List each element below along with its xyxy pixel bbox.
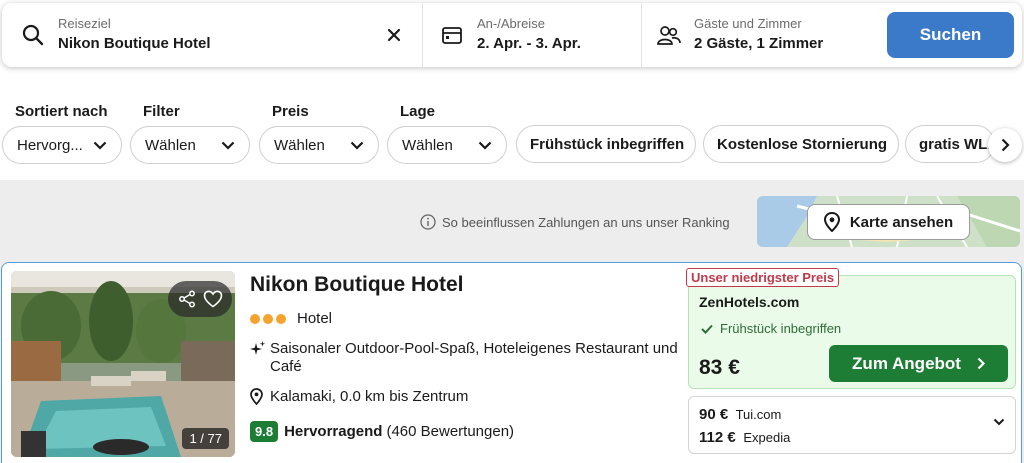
other-offer-price: 90 € xyxy=(699,406,729,423)
filter-value: Wählen xyxy=(145,136,196,154)
star-dot-icon xyxy=(250,313,260,324)
ranking-note-text: So beeinflussen Zahlungen an uns unser R… xyxy=(442,214,730,230)
share-icon[interactable] xyxy=(178,290,196,308)
dates-field[interactable]: An-/Abreise 2. Apr. - 3. Apr. xyxy=(422,3,641,67)
best-offer-provider: ZenHotels.com xyxy=(699,294,800,310)
chevron-down-icon xyxy=(478,141,492,150)
destination-field[interactable]: Reiseziel Nikon Boutique Hotel xyxy=(2,3,422,67)
other-offer-provider: Tui.com xyxy=(735,407,782,422)
price-title: Preis xyxy=(272,103,309,120)
lowest-price-badge: Unser niedrigster Preis xyxy=(686,268,840,287)
best-offer-price: 83 € xyxy=(699,356,740,379)
guests-icon xyxy=(656,22,682,48)
hotel-photo[interactable]: 1 / 77 xyxy=(11,271,235,457)
hotel-name[interactable]: Nikon Boutique Hotel xyxy=(250,273,464,297)
rating-count: (460 Bewertungen) xyxy=(386,423,515,440)
other-offers-panel[interactable]: 90 € Tui.com 112 € Expedia xyxy=(688,396,1016,454)
best-offer-panel[interactable]: ZenHotels.com Frühstück inbegriffen 83 €… xyxy=(688,275,1016,389)
best-offer-perk: Frühstück inbegriffen xyxy=(701,321,841,336)
rating-badge: 9.8 xyxy=(250,421,279,442)
heart-icon[interactable] xyxy=(203,290,223,308)
other-offer-price: 112 € xyxy=(699,429,736,446)
star-dot-icon xyxy=(263,313,273,324)
other-offer-provider: Expedia xyxy=(743,430,791,445)
search-icon xyxy=(20,22,46,48)
dates-label: An-/Abreise xyxy=(477,16,545,31)
map-pin-icon xyxy=(823,212,840,232)
map-preview[interactable]: Karte ansehen xyxy=(757,196,1020,247)
location-title: Lage xyxy=(400,103,436,120)
guests-label: Gäste und Zimmer xyxy=(694,16,802,31)
guests-field[interactable]: Gäste und Zimmer 2 Gäste, 1 Zimmer xyxy=(641,3,888,67)
chevron-down-icon xyxy=(93,141,107,150)
location-filter: Lage Wählen xyxy=(387,103,507,164)
hotel-type: Hotel xyxy=(250,310,332,327)
hotel-location: Kalamaki, 0.0 km bis Zentrum xyxy=(250,388,468,405)
chevron-right-icon xyxy=(977,357,985,370)
hotel-location-text: Kalamaki, 0.0 km bis Zentrum xyxy=(270,388,469,405)
location-dropdown[interactable]: Wählen xyxy=(387,126,507,164)
chevron-down-icon xyxy=(350,141,364,150)
chip-free-cancellation[interactable]: Kostenlose Stornierung xyxy=(703,125,899,163)
clear-destination-button[interactable] xyxy=(384,25,404,45)
search-button[interactable]: Suchen xyxy=(887,12,1014,58)
calendar-icon xyxy=(439,22,465,48)
hotel-rating[interactable]: 9.8 Hervorragend (460 Bewertungen) xyxy=(250,421,514,442)
search-bar: Reiseziel Nikon Boutique Hotel An-/Abrei… xyxy=(2,3,1022,67)
chevron-right-icon xyxy=(1001,138,1010,152)
other-offer-row[interactable]: 112 € Expedia xyxy=(699,429,790,446)
ranking-note[interactable]: So beeinflussen Zahlungen an uns unser R… xyxy=(420,214,730,230)
hotel-amenities: Saisonaler Outdoor-Pool-Spaß, Hoteleigen… xyxy=(250,340,682,376)
view-deal-label: Zum Angebot xyxy=(852,353,961,373)
price-value: Wählen xyxy=(274,136,325,154)
chip-free-wifi[interactable]: gratis WLAN xyxy=(905,125,995,163)
info-icon xyxy=(420,214,436,230)
price-filter: Preis Wählen xyxy=(259,103,379,164)
sort-filter: Sortiert nach Hervorg... xyxy=(2,103,122,164)
star-dot-icon xyxy=(276,313,286,324)
guests-value[interactable]: 2 Gäste, 1 Zimmer xyxy=(694,34,823,54)
price-dropdown[interactable]: Wählen xyxy=(259,126,379,164)
hotel-amenities-text: Saisonaler Outdoor-Pool-Spaß, Hoteleigen… xyxy=(270,340,678,375)
chevron-down-icon xyxy=(221,141,235,150)
sort-dropdown[interactable]: Hervorg... xyxy=(2,126,122,164)
destination-value[interactable]: Nikon Boutique Hotel xyxy=(58,34,211,54)
chevron-down-icon[interactable] xyxy=(993,418,1005,426)
location-pin-icon xyxy=(250,388,263,405)
best-offer-perk-text: Frühstück inbegriffen xyxy=(720,321,842,336)
hotel-type-label: Hotel xyxy=(297,310,333,327)
sparkle-icon xyxy=(250,341,266,355)
sort-value: Hervorg... xyxy=(17,136,83,154)
chip-breakfast[interactable]: Frühstück inbegriffen xyxy=(516,125,696,163)
checkmark-icon xyxy=(701,324,713,334)
view-map-label: Karte ansehen xyxy=(849,213,954,231)
filter-filter: Filter Wählen xyxy=(130,103,250,164)
hotel-card[interactable]: 1 / 77 Nikon Boutique Hotel Hotel Saison… xyxy=(1,262,1022,463)
filter-title: Filter xyxy=(143,103,180,120)
filter-dropdown[interactable]: Wählen xyxy=(130,126,250,164)
location-value: Wählen xyxy=(402,136,453,154)
other-offer-row[interactable]: 90 € Tui.com xyxy=(699,406,781,423)
chips-scroll-right-button[interactable] xyxy=(988,128,1022,162)
photo-counter: 1 / 77 xyxy=(182,428,229,449)
view-deal-button[interactable]: Zum Angebot xyxy=(829,345,1008,382)
close-icon xyxy=(387,28,401,42)
photo-actions xyxy=(168,281,232,317)
sort-title: Sortiert nach xyxy=(15,103,108,120)
rating-word: Hervorragend xyxy=(284,423,383,440)
dates-value[interactable]: 2. Apr. - 3. Apr. xyxy=(477,34,581,54)
view-map-button[interactable]: Karte ansehen xyxy=(807,204,970,240)
destination-label: Reiseziel xyxy=(58,16,111,31)
